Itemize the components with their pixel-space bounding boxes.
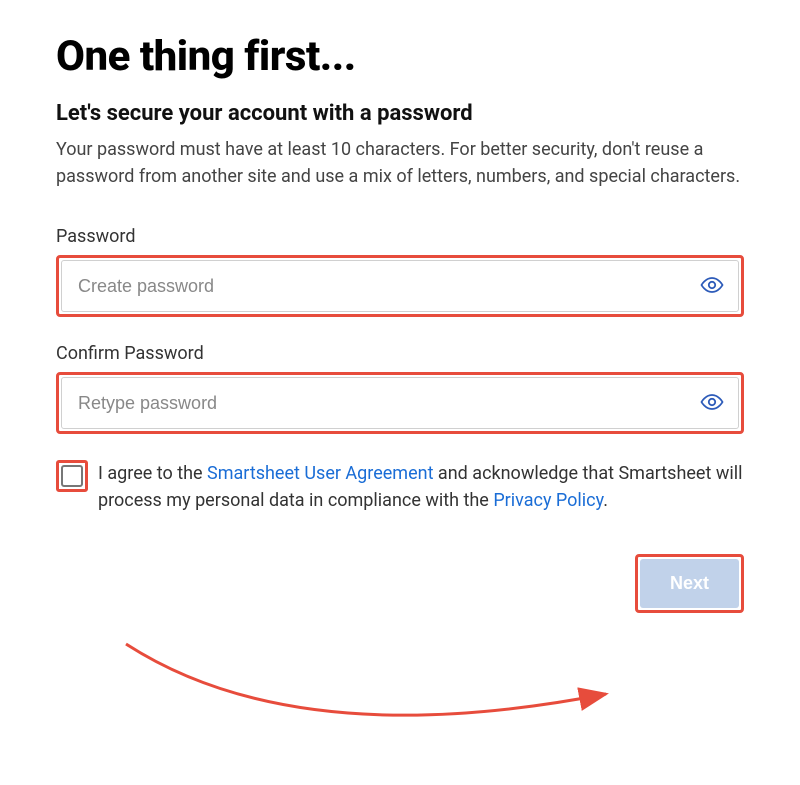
password-label: Password bbox=[56, 226, 744, 247]
password-visibility-toggle[interactable] bbox=[686, 261, 738, 311]
password-highlight-box bbox=[56, 255, 744, 317]
confirm-password-visibility-toggle[interactable] bbox=[686, 378, 738, 428]
next-button-highlight: Next bbox=[635, 554, 744, 613]
confirm-password-input[interactable] bbox=[62, 378, 686, 428]
consent-suffix: . bbox=[603, 490, 608, 511]
footer-row: Next bbox=[56, 554, 744, 613]
confirm-password-input-wrap bbox=[61, 377, 739, 429]
consent-prefix: I agree to the bbox=[98, 463, 207, 484]
confirm-password-field-group: Confirm Password bbox=[56, 343, 744, 434]
confirm-password-highlight-box bbox=[56, 372, 744, 434]
consent-checkbox-highlight bbox=[56, 460, 88, 492]
consent-row: I agree to the Smartsheet User Agreement… bbox=[56, 460, 744, 514]
annotation-arrow bbox=[96, 634, 636, 734]
eye-icon bbox=[700, 273, 724, 300]
next-button[interactable]: Next bbox=[640, 559, 739, 608]
confirm-password-label: Confirm Password bbox=[56, 343, 744, 364]
privacy-policy-link[interactable]: Privacy Policy bbox=[493, 490, 603, 511]
consent-text: I agree to the Smartsheet User Agreement… bbox=[98, 460, 744, 514]
page-subtitle: Let's secure your account with a passwor… bbox=[56, 101, 744, 126]
password-input[interactable] bbox=[62, 261, 686, 311]
password-requirements-text: Your password must have at least 10 char… bbox=[56, 136, 744, 190]
eye-icon bbox=[700, 390, 724, 417]
password-field-group: Password bbox=[56, 226, 744, 317]
page-title: One thing first... bbox=[56, 32, 744, 81]
consent-checkbox[interactable] bbox=[61, 465, 83, 487]
user-agreement-link[interactable]: Smartsheet User Agreement bbox=[207, 463, 433, 484]
password-input-wrap bbox=[61, 260, 739, 312]
